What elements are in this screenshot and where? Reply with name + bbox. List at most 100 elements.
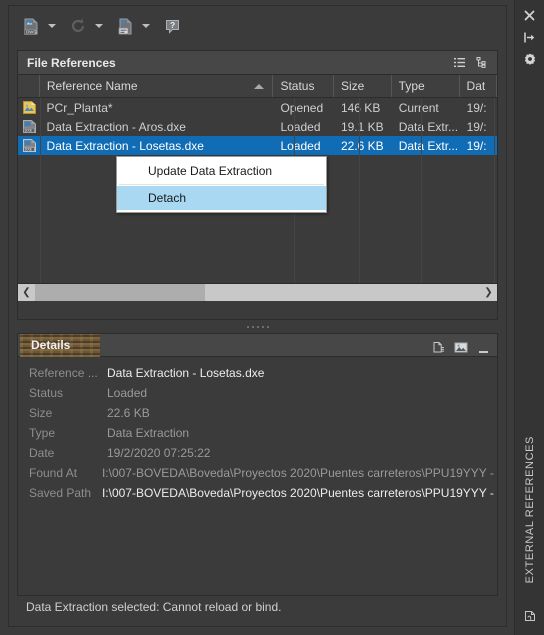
details-value: Data Extraction - Losetas.dxe [107, 366, 265, 380]
dxe-file-icon: DXE [18, 138, 40, 153]
table-cell-status: Loaded [280, 119, 321, 134]
svg-text:DXE: DXE [25, 129, 33, 133]
close-icon[interactable] [515, 4, 544, 26]
svg-text:?: ? [170, 20, 175, 30]
details-row: Saved Path I:\007-BOVEDA\Boveda\Proyecto… [18, 483, 497, 503]
context-menu-separator [119, 184, 324, 185]
column-header-date[interactable]: Dat [460, 75, 497, 97]
table-cell-date: 19/: [466, 100, 487, 115]
panel-splitter[interactable] [17, 323, 498, 331]
details-row: Date 19/2/2020 07:25:22 [18, 443, 497, 463]
list-view-icon[interactable] [451, 54, 468, 71]
scroll-left-arrow-icon[interactable]: ❮ [18, 284, 35, 301]
attach-dwg-dropdown-arrow[interactable] [44, 14, 59, 38]
table-cell-reference-name: PCr_Planta* [46, 100, 113, 115]
status-bar: Data Extraction selected: Cannot reload … [18, 597, 498, 617]
details-value: I:\007-BOVEDA\Boveda\Proyectos 2020\Puen… [101, 466, 497, 480]
file-references-view-buttons [451, 54, 491, 71]
column-header-status-label: Status [280, 79, 315, 93]
change-path-control[interactable] [112, 13, 153, 39]
palette-grip-icon[interactable] [515, 605, 544, 627]
table-row[interactable]: PCr_Planta* Opened 146 KB Current 19/: [18, 98, 497, 117]
scroll-right-arrow-icon[interactable]: ❯ [480, 284, 497, 301]
table-row-selected[interactable]: DXE Data Extraction - Losetas.dxe Loaded… [18, 136, 497, 155]
dock-panel-title: EXTERNAL REFERENCES [515, 420, 544, 600]
table-cell-date: 19/: [466, 119, 487, 134]
column-header-size-label: Size [340, 79, 365, 93]
help-icon[interactable]: ? [159, 14, 185, 38]
details-minimize-button[interactable] [476, 337, 490, 357]
change-path-dropdown-arrow[interactable] [138, 14, 153, 38]
table-cell-status: Opened [280, 100, 324, 115]
palette-panel: DWG ? File References Reference Name Sta… [0, 0, 515, 635]
details-label: Found At [29, 466, 78, 480]
context-menu-item-detach[interactable]: Detach [117, 186, 326, 210]
svg-text:DXE: DXE [25, 148, 33, 152]
table-cell-size: 22.6 KB [340, 138, 384, 153]
details-row: Size 22.6 KB [18, 403, 497, 423]
refresh-control[interactable] [65, 13, 106, 39]
details-header: Details [18, 334, 497, 357]
details-value: Loaded [107, 386, 148, 400]
dxe-file-icon: DXE [18, 119, 40, 134]
context-menu-item-update-data-extraction[interactable]: Update Data Extraction [117, 159, 326, 183]
table-cell-reference-name: Data Extraction - Aros.dxe [46, 119, 186, 134]
table-cell-type: Current [398, 100, 439, 115]
refresh-icon[interactable] [65, 14, 91, 38]
table-cell-date: 19/: [466, 138, 487, 153]
details-row: Type Data Extraction [18, 423, 497, 443]
horizontal-scrollbar[interactable]: ❮ ❯ [18, 283, 497, 301]
details-row: Status Loaded [18, 383, 497, 403]
status-bar-message: Data Extraction selected: Cannot reload … [26, 600, 282, 614]
file-references-title: File References [27, 55, 116, 70]
details-row: Reference ... Data Extraction - Losetas.… [18, 363, 497, 383]
help-control[interactable]: ? [159, 13, 185, 39]
column-header-reference-name-label: Reference Name [46, 79, 138, 93]
sort-ascending-icon [254, 84, 265, 89]
svg-text:DWG: DWG [26, 29, 37, 34]
details-label: Reference ... [29, 366, 98, 380]
details-value: 19/2/2020 07:25:22 [107, 446, 211, 460]
splitter-grip-icon [246, 326, 269, 328]
details-value: Data Extraction [107, 426, 190, 440]
table-cell-status: Loaded [280, 138, 321, 153]
details-label: Status [29, 386, 64, 400]
drawing-file-icon [18, 100, 40, 115]
dock-panel-title-text: EXTERNAL REFERENCES [523, 436, 536, 584]
scrollbar-thumb[interactable] [35, 284, 205, 301]
auto-hide-icon[interactable] [515, 26, 544, 48]
details-label: Date [29, 446, 55, 460]
details-header-buttons [430, 337, 490, 357]
change-path-icon[interactable] [112, 14, 138, 38]
refresh-dropdown-arrow[interactable] [91, 14, 106, 38]
palette-panel-inner: DWG ? File References Reference Name Sta… [8, 5, 507, 627]
table-cell-size: 146 KB [340, 100, 381, 115]
column-header-date-label: Dat [466, 79, 486, 93]
preview-image-icon[interactable] [453, 339, 469, 355]
file-references-header: File References [18, 51, 497, 75]
table-row[interactable]: DXE Data Extraction - Aros.dxe Loaded 19… [18, 117, 497, 136]
table-cell-reference-name: Data Extraction - Losetas.dxe [46, 138, 204, 153]
xref-toolbar: DWG ? [10, 7, 505, 45]
attach-dwg-control[interactable]: DWG [18, 13, 59, 39]
table-cell-type: Data Extr... [398, 138, 459, 153]
external-references-palette: DWG ? File References Reference Name Sta… [0, 0, 544, 635]
table-cell-size: 19.1 KB [340, 119, 384, 134]
scrollbar-track[interactable] [35, 284, 480, 301]
table-cell-type: Data Extr... [398, 119, 459, 134]
column-header-size[interactable]: Size [334, 75, 392, 97]
column-header-status[interactable]: Status [273, 75, 334, 97]
details-title: Details [31, 338, 71, 352]
dock-strip-buttons [515, 4, 544, 70]
details-label: Size [29, 406, 53, 420]
column-header-type[interactable]: Type [392, 75, 460, 97]
attach-dwg-icon[interactable]: DWG [18, 14, 44, 38]
tree-view-icon[interactable] [474, 54, 491, 71]
panel-properties-icon[interactable] [515, 48, 544, 70]
details-group: Details Reference ... Data Extraction - … [17, 333, 498, 596]
details-view-icon[interactable] [430, 339, 446, 355]
file-references-column-headers: Reference Name Status Size Type Dat [18, 75, 497, 98]
details-label: Type [29, 426, 56, 440]
column-header-reference-name[interactable]: Reference Name [40, 75, 274, 97]
details-value: I:\007-BOVEDA\Boveda\Proyectos 2020\Puen… [101, 486, 497, 500]
